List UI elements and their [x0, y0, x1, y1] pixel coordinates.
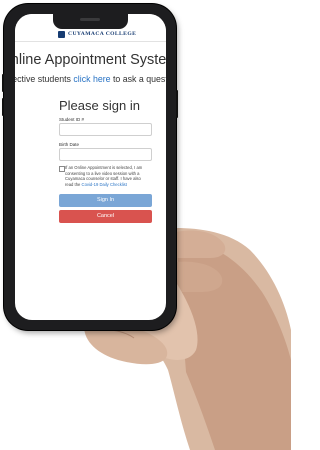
college-logo-icon: [58, 31, 65, 38]
college-name: CUYAMACA COLLEGE: [68, 31, 137, 37]
notch-speaker: [80, 18, 100, 21]
consent-text: If an Online Appointment is selected, I …: [65, 165, 149, 187]
web-page: CUYAMACA COLLEGE nline Appointment Syste…: [15, 14, 166, 320]
student-id-input[interactable]: [59, 123, 152, 136]
covid-checklist-link[interactable]: Covid-19 Daily Checklist: [82, 182, 127, 187]
prospect-prefix: pective students: [15, 74, 71, 84]
phone-frame: CUYAMACA COLLEGE nline Appointment Syste…: [2, 4, 178, 330]
sign-in-button[interactable]: Sign In: [59, 194, 152, 207]
phone-screen: CUYAMACA COLLEGE nline Appointment Syste…: [15, 14, 166, 320]
signin-heading: Please sign in: [59, 98, 140, 113]
student-id-label: Student ID #: [59, 117, 85, 122]
volume-down-button: [2, 98, 4, 116]
phone-notch: [53, 14, 128, 29]
cancel-button[interactable]: Cancel: [59, 210, 152, 223]
prospect-message: pective students click here to ask a que…: [15, 74, 166, 84]
click-here-link[interactable]: click here: [73, 74, 110, 84]
page-title: nline Appointment Syster: [15, 52, 166, 68]
birth-date-input[interactable]: [59, 148, 152, 161]
volume-up-button: [2, 74, 4, 92]
prospect-suffix: to ask a questio: [112, 74, 166, 84]
birth-date-label: Birth Date: [59, 142, 80, 147]
power-button: [176, 90, 178, 118]
